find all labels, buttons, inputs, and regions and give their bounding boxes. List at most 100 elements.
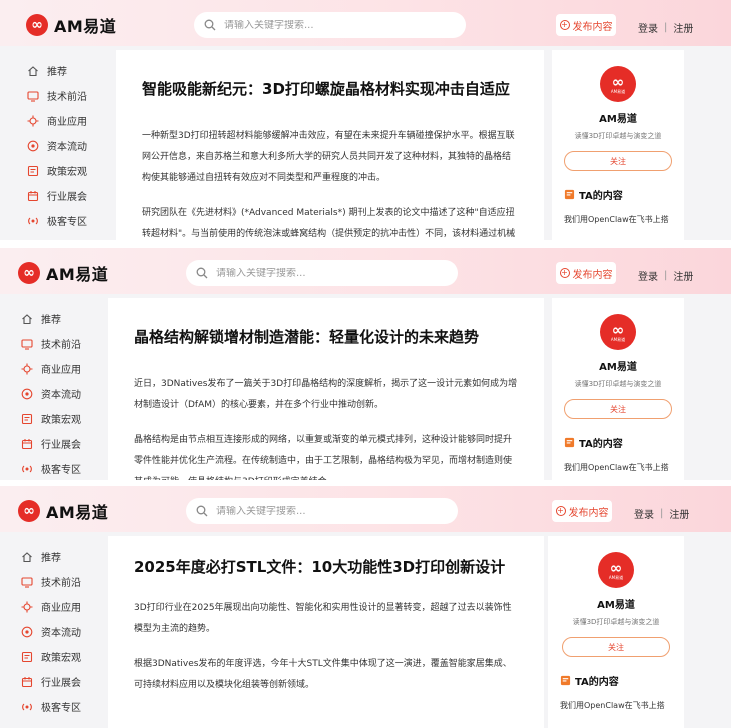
sidebar-item-expo[interactable]: 行业展会 [20,669,104,694]
follow-button[interactable]: 关注 [564,399,672,419]
avatar[interactable]: ∞ AM易道 [598,552,634,588]
sidebar-item-label: 行业展会 [41,440,81,451]
publish-button[interactable]: + 发布内容 [556,14,616,36]
sidebar-item-recommend[interactable]: 推荐 [26,58,110,83]
search-bar[interactable] [186,498,458,524]
infinity-logo-icon: ∞ [611,320,625,339]
sidebar-item-expo[interactable]: 行业展会 [20,431,104,456]
monitor-icon [26,90,39,102]
sidebar-item-policy[interactable]: 政策宏观 [20,406,104,431]
sidebar-item-business[interactable]: 商业应用 [26,108,110,133]
login-link[interactable]: 登录 [638,268,658,283]
home-icon [27,65,38,76]
brand-logo[interactable]: ∞ AM易道 [18,261,108,285]
latest-content-link[interactable]: 我们用OpenClaw在飞书上搭 [564,462,672,473]
policy-icon [27,165,38,176]
radio-icon [21,465,32,472]
article-content: 2025年度必打STL文件：10大功能性3D打印创新设计 3D打印行业在2025… [108,536,544,728]
sidebar-item-capital[interactable]: 资本流动 [26,133,110,158]
sidebar-item-geek[interactable]: 极客专区 [26,208,110,233]
auth-separator: | [664,270,668,281]
radio-icon [21,703,32,710]
latest-content-link[interactable]: 我们用OpenClaw在飞书上搭 [564,214,672,225]
register-link[interactable]: 注册 [669,506,689,521]
latest-content-link[interactable]: 我们用OpenClaw在飞书上搭 [560,700,672,711]
avatar-text: AM易道 [608,574,624,580]
search-bar[interactable] [194,12,466,38]
sidebar-item-tech[interactable]: 技术前沿 [20,569,104,594]
sidebar-item-label: 极客专区 [41,465,81,476]
sidebar-item-tech[interactable]: 技术前沿 [26,83,110,108]
publish-label: 发布内容 [572,269,613,281]
follow-button[interactable]: 关注 [564,151,672,171]
sidebar-item-label: 技术前沿 [41,578,81,589]
login-link[interactable]: 登录 [638,20,658,35]
sidebar-item-tech[interactable]: 技术前沿 [20,331,104,356]
sidebar-item-geek[interactable]: 极客专区 [20,456,104,480]
article-paragraph: 根据3DNatives发布的年度评选，今年十大STL文件集中体现了这一演进，覆盖… [134,659,512,690]
sidebar-item-capital[interactable]: 资本流动 [20,619,104,644]
sidebar-item-recommend[interactable]: 推荐 [20,544,104,569]
register-link[interactable]: 注册 [673,20,693,35]
auth-links: 登录 | 注册 [638,268,693,283]
sidebar-item-label: 商业应用 [47,117,87,128]
home-icon [21,313,32,324]
author-tagline: 读懂3D打印卓越与演变之道 [572,618,660,626]
article-paragraph: 近日，3DNatives发布了一篇关于3D打印晶格结构的深度解析，揭示了这一设计… [134,379,518,410]
article-title: 2025年度必打STL文件：10大功能性3D打印创新设计 [134,558,506,576]
radio-icon [27,217,38,224]
search-input[interactable] [216,267,436,279]
sidebar-item-recommend[interactable]: 推荐 [20,306,104,331]
publish-label: 发布内容 [572,21,613,33]
author-tagline: 读懂3D打印卓越与演变之道 [574,380,662,388]
sidebar-item-policy[interactable]: 政策宏观 [20,644,104,669]
sidebar-item-capital[interactable]: 资本流动 [20,381,104,406]
calendar-icon [27,190,38,201]
sidebar-item-label: 资本流动 [41,628,81,639]
author-profile-card: ∞ AM易道 AM易道 读懂3D打印卓越与演变之道 关注 TA的内容 我们用Ope… [552,50,684,240]
login-link[interactable]: 登录 [634,506,654,521]
sidebar-item-geek[interactable]: 极客专区 [20,694,104,719]
top-header: ∞ AM易道 + 发布内容 登录 | 注册 [0,486,731,532]
brand-name: AM易道 [46,503,109,522]
publish-button[interactable]: + 发布内容 [556,262,616,284]
avatar[interactable]: ∞ AM易道 [600,314,636,350]
sidebar-nav: 推荐 技术前沿 商业应用 资本流动 政策宏观 行业展会 极客专区 [20,306,104,480]
author-name: AM易道 [597,600,635,611]
document-icon [560,675,571,686]
screenshot-panel-3: ∞ AM易道 + 发布内容 登录 | 注册 推荐 技术前沿 商业应用 资本流动 … [0,486,731,728]
follow-button[interactable]: 关注 [562,637,670,657]
search-input[interactable] [224,19,444,31]
author-tagline: 读懂3D打印卓越与演变之道 [574,132,662,140]
auth-separator: | [660,508,664,519]
brand-logo[interactable]: ∞ AM易道 [26,13,116,37]
avatar[interactable]: ∞ AM易道 [600,66,636,102]
publish-button[interactable]: + 发布内容 [552,500,612,522]
brand-name: AM易道 [46,265,109,284]
sidebar-item-label: 资本流动 [41,390,81,401]
brand-name: AM易道 [54,17,117,36]
sidebar-item-label: 政策宏观 [41,653,81,664]
search-icon [204,19,216,31]
sidebar-item-expo[interactable]: 行业展会 [26,183,110,208]
sidebar-item-label: 资本流动 [47,142,87,153]
infinity-logo-icon: ∞ [26,14,48,36]
document-icon [564,189,575,200]
register-link[interactable]: 注册 [673,268,693,283]
sidebar-item-business[interactable]: 商业应用 [20,594,104,619]
sidebar-item-label: 推荐 [41,553,61,564]
sidebar-item-label: 商业应用 [41,603,81,614]
plus-circle-icon: + [555,506,566,516]
sidebar-item-label: 行业展会 [41,678,81,689]
search-icon [196,505,208,517]
search-bar[interactable] [186,260,458,286]
sidebar-item-label: 政策宏观 [47,167,87,178]
top-header: ∞ AM易道 + 发布内容 登录 | 注册 [0,248,731,294]
plus-circle-icon: + [559,20,570,30]
sidebar-item-label: 商业应用 [41,365,81,376]
sidebar-item-label: 极客专区 [41,703,81,714]
sidebar-item-business[interactable]: 商业应用 [20,356,104,381]
sidebar-item-policy[interactable]: 政策宏观 [26,158,110,183]
brand-logo[interactable]: ∞ AM易道 [18,499,108,523]
search-input[interactable] [216,505,436,517]
